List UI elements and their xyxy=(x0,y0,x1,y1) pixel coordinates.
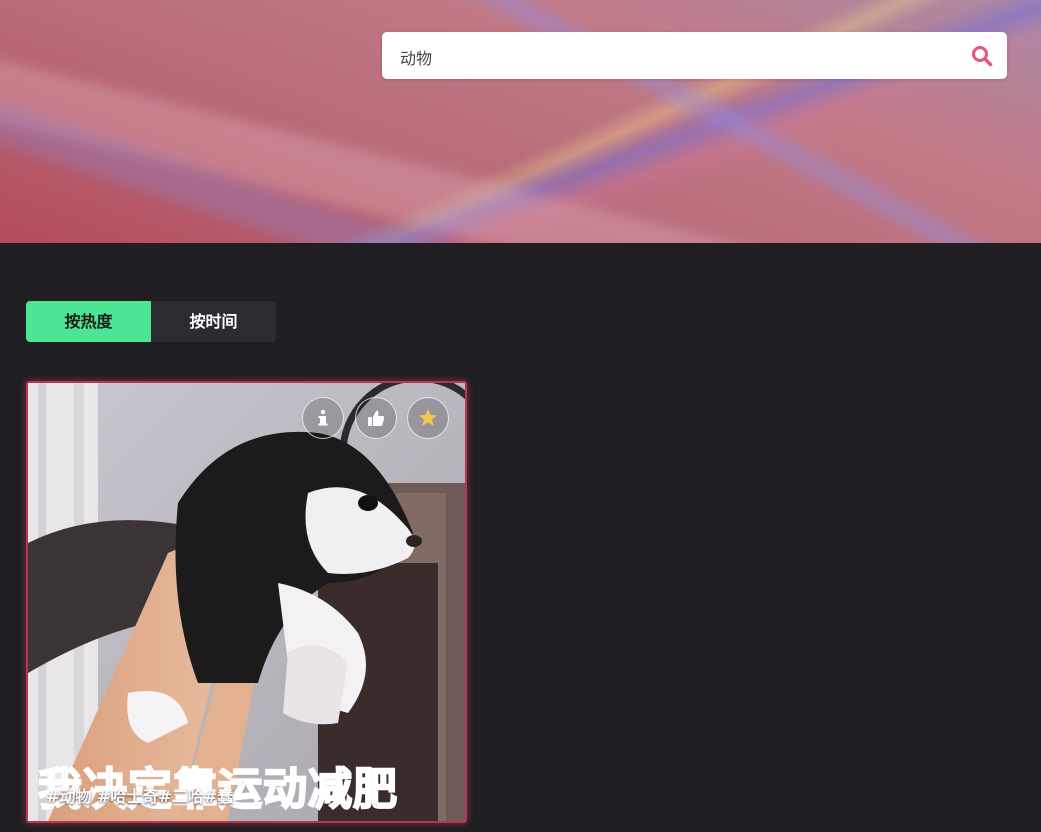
gif-card[interactable]: 我决定靠运动减肥 #动物 #哈士奇#二哈#蠢 xyxy=(26,381,467,823)
card-tags: #动物 #哈士奇#二哈#蠢 xyxy=(46,787,234,806)
search-bar xyxy=(382,32,1007,81)
thumbs-up-icon xyxy=(368,410,385,426)
tab-sort-by-popularity[interactable]: 按热度 xyxy=(26,301,151,342)
star-icon xyxy=(419,409,437,426)
like-button[interactable] xyxy=(355,397,397,439)
info-button[interactable] xyxy=(302,397,344,439)
info-icon xyxy=(318,409,328,426)
favorite-button[interactable] xyxy=(407,397,449,439)
sort-tabs: 按热度 按时间 xyxy=(26,301,276,342)
tab-sort-by-time[interactable]: 按时间 xyxy=(151,301,276,342)
search-icon[interactable] xyxy=(971,45,993,67)
search-input[interactable] xyxy=(398,32,962,81)
